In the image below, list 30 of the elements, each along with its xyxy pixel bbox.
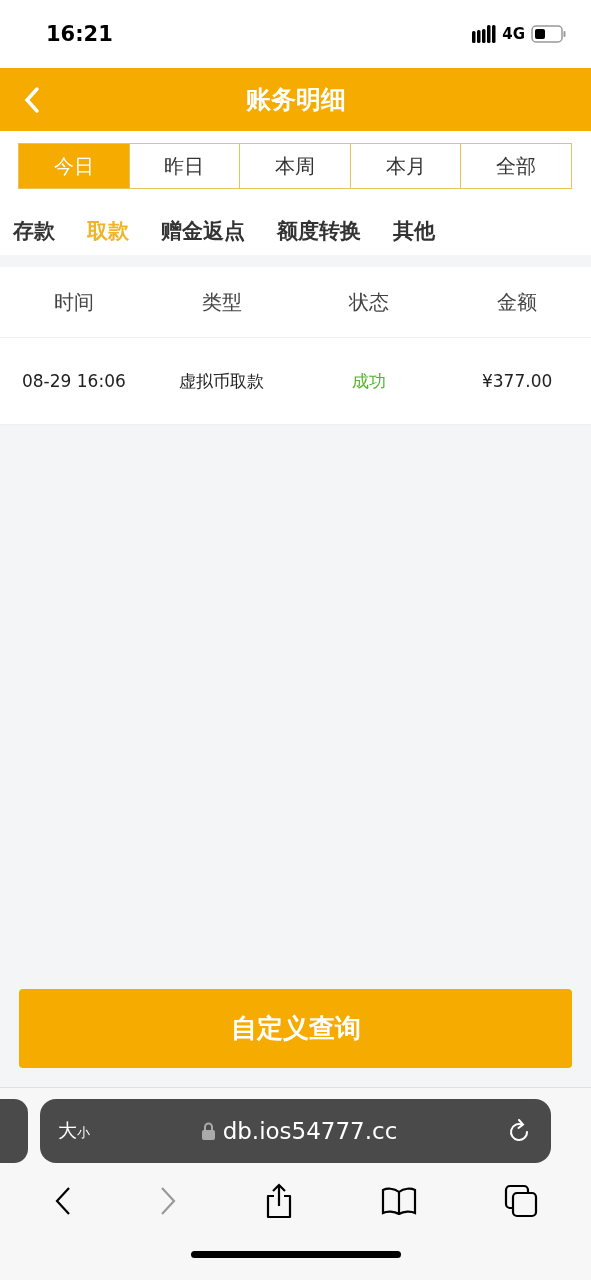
column-header: 金额 xyxy=(497,288,538,316)
column-header: 状态 xyxy=(349,288,390,316)
column-header: 类型 xyxy=(201,288,242,316)
back-icon xyxy=(53,1186,72,1216)
previous-tab-edge[interactable] xyxy=(0,1099,28,1163)
category-tab[interactable]: 额度转换 xyxy=(277,217,361,245)
reload-icon[interactable] xyxy=(509,1119,531,1143)
category-tab[interactable]: 赠金返点 xyxy=(161,217,245,245)
url-text: db.ios54777.cc xyxy=(222,1118,398,1144)
table-cell: ¥377.00 xyxy=(481,371,553,391)
status-text: 成功 xyxy=(352,369,387,393)
period-tab[interactable]: 本月 xyxy=(349,143,462,189)
column-header: 时间 xyxy=(53,288,94,316)
battery-icon xyxy=(531,25,567,43)
category-tab[interactable]: 其他 xyxy=(393,217,435,245)
lock-icon xyxy=(201,1122,215,1140)
period-tab[interactable]: 本周 xyxy=(239,143,351,189)
table-cell: 08-29 16:06 xyxy=(21,371,126,391)
period-tab[interactable]: 全部 xyxy=(460,143,572,189)
category-tab[interactable]: 存款 xyxy=(13,217,55,245)
signal-icon xyxy=(472,25,497,43)
back-icon xyxy=(22,86,42,114)
period-tab[interactable]: 昨日 xyxy=(128,143,241,189)
book-icon xyxy=(380,1187,417,1215)
tabs-icon xyxy=(503,1184,538,1218)
forward-icon xyxy=(158,1186,177,1216)
network-label: 4G xyxy=(502,25,525,43)
table-cell: 虚拟币取款 xyxy=(179,369,265,393)
page-title: 账务明细 xyxy=(245,84,346,116)
status-time: 16:21 xyxy=(46,22,113,46)
